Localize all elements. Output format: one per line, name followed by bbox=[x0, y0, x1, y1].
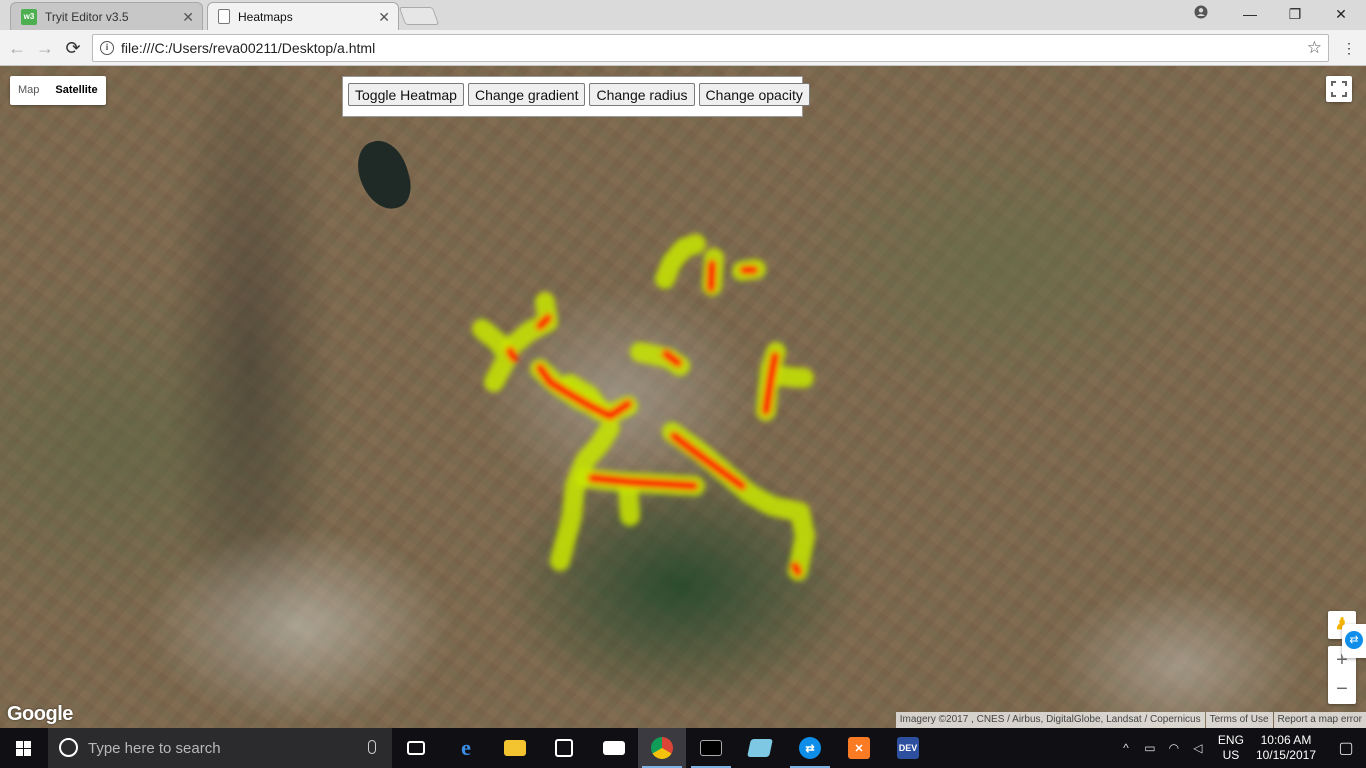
clock-date: 10/15/2017 bbox=[1255, 748, 1316, 762]
taskbar: Type here to search e ⇄ ✕ DEV ^ ▭ ◠ ◁ EN… bbox=[0, 728, 1366, 768]
profile-icon[interactable] bbox=[1191, 4, 1211, 24]
action-center-icon[interactable]: ▢ bbox=[1326, 738, 1366, 758]
language-code: ENG bbox=[1217, 733, 1244, 747]
page-icon bbox=[218, 9, 230, 24]
back-button[interactable]: ← bbox=[6, 37, 28, 59]
edge-button[interactable]: e bbox=[442, 728, 490, 768]
teamviewer-quick-connect-button[interactable]: ⇄ bbox=[1342, 624, 1366, 658]
notepad-button[interactable] bbox=[736, 728, 784, 768]
tab-tryit-editor[interactable]: w3 Tryit Editor v3.5 ✕ bbox=[10, 2, 203, 30]
new-tab-button[interactable] bbox=[398, 7, 440, 25]
url-text: file:///C:/Users/reva00211/Desktop/a.htm… bbox=[121, 40, 376, 56]
tab-heatmaps[interactable]: Heatmaps ✕ bbox=[207, 2, 399, 30]
zoom-out-button[interactable]: − bbox=[1328, 675, 1356, 704]
report-map-error-link[interactable]: Report a map error bbox=[1273, 712, 1366, 728]
bookmark-star-icon[interactable]: ☆ bbox=[1307, 38, 1322, 58]
change-radius-button[interactable]: Change radius bbox=[589, 83, 695, 106]
cortana-search-icon bbox=[59, 738, 78, 757]
restore-button[interactable]: ❐ bbox=[1285, 4, 1305, 24]
close-window-button[interactable]: ✕ bbox=[1331, 4, 1351, 24]
system-tray: ^ ▭ ◠ ◁ ENG US 10:06 AM 10/15/2017 ▢ bbox=[1114, 728, 1366, 768]
mail-button[interactable] bbox=[590, 728, 638, 768]
keyboard-layout: US bbox=[1222, 748, 1240, 762]
store-icon bbox=[555, 739, 573, 757]
wifi-icon[interactable]: ◠ bbox=[1164, 741, 1184, 755]
store-button[interactable] bbox=[540, 728, 588, 768]
heatmap-layer bbox=[472, 234, 815, 581]
map-type-map-button[interactable]: Map bbox=[10, 76, 47, 105]
close-tab-icon[interactable]: ✕ bbox=[182, 9, 194, 26]
minimize-button[interactable]: — bbox=[1240, 4, 1260, 24]
toggle-heatmap-button[interactable]: Toggle Heatmap bbox=[348, 83, 464, 106]
forward-button[interactable]: → bbox=[34, 37, 56, 59]
menu-icon[interactable]: ⋮ bbox=[1338, 37, 1360, 59]
clock-time: 10:06 AM bbox=[1260, 733, 1312, 747]
start-button[interactable] bbox=[0, 728, 48, 768]
microphone-icon[interactable] bbox=[368, 740, 376, 754]
tab-title: Heatmaps bbox=[238, 9, 293, 24]
input-language[interactable]: ENG US bbox=[1218, 733, 1244, 763]
edge-icon: e bbox=[461, 735, 471, 760]
fullscreen-button[interactable] bbox=[1326, 76, 1352, 102]
info-icon[interactable]: i bbox=[100, 41, 114, 55]
change-opacity-button[interactable]: Change opacity bbox=[698, 83, 810, 106]
clock[interactable]: 10:06 AM 10/15/2017 bbox=[1256, 733, 1316, 763]
terms-of-use-link[interactable]: Terms of Use bbox=[1205, 712, 1273, 728]
map-type-control: Map Satellite bbox=[10, 76, 106, 105]
browser-tab-strip: w3 Tryit Editor v3.5 ✕ Heatmaps ✕ — ❐ ✕ bbox=[0, 0, 1366, 30]
tab-title: Tryit Editor v3.5 bbox=[45, 9, 129, 24]
chrome-button[interactable] bbox=[638, 728, 686, 768]
windows-logo-icon bbox=[16, 741, 32, 756]
heatmap-controls-panel: Toggle Heatmap Change gradient Change ra… bbox=[342, 76, 810, 117]
cmd-button[interactable] bbox=[687, 728, 735, 768]
task-view-button[interactable] bbox=[392, 728, 440, 768]
heatmap-halo bbox=[472, 234, 815, 581]
close-tab-icon[interactable]: ✕ bbox=[378, 9, 390, 26]
google-logo: Google bbox=[7, 703, 73, 725]
map-canvas[interactable]: Map Satellite Toggle Heatmap Change grad… bbox=[0, 66, 1366, 728]
imagery-credit: Imagery ©2017 , CNES / Airbus, DigitalGl… bbox=[895, 712, 1205, 728]
battery-icon[interactable]: ▭ bbox=[1140, 741, 1160, 755]
map-attribution: Imagery ©2017 , CNES / Airbus, DigitalGl… bbox=[895, 712, 1366, 728]
show-hidden-icons-icon[interactable]: ^ bbox=[1116, 741, 1136, 755]
file-explorer-button[interactable] bbox=[491, 728, 539, 768]
reload-button[interactable]: ⟳ bbox=[62, 37, 84, 59]
search-placeholder: Type here to search bbox=[88, 739, 221, 757]
devcpp-icon: DEV bbox=[897, 737, 919, 759]
xampp-button[interactable]: ✕ bbox=[835, 728, 883, 768]
browser-toolbar: ← → ⟳ i file:///C:/Users/reva00211/Deskt… bbox=[0, 30, 1366, 66]
file-explorer-icon bbox=[504, 740, 526, 756]
teamviewer-icon: ⇄ bbox=[799, 737, 821, 759]
volume-muted-icon[interactable]: ◁ bbox=[1188, 741, 1208, 755]
notepad-icon bbox=[747, 739, 773, 757]
teamviewer-button[interactable]: ⇄ bbox=[786, 728, 834, 768]
mail-icon bbox=[603, 741, 625, 755]
chrome-icon bbox=[651, 737, 673, 759]
teamviewer-icon: ⇄ bbox=[1345, 631, 1363, 649]
fullscreen-icon bbox=[1331, 81, 1347, 97]
map-type-satellite-button[interactable]: Satellite bbox=[47, 76, 105, 105]
change-gradient-button[interactable]: Change gradient bbox=[467, 83, 586, 106]
address-bar[interactable]: i file:///C:/Users/reva00211/Desktop/a.h… bbox=[92, 34, 1329, 62]
taskbar-search-box[interactable]: Type here to search bbox=[48, 728, 392, 768]
task-view-icon bbox=[407, 741, 425, 755]
devcpp-button[interactable]: DEV bbox=[884, 728, 932, 768]
xampp-icon: ✕ bbox=[848, 737, 870, 759]
w3schools-icon: w3 bbox=[21, 8, 37, 25]
cmd-icon bbox=[700, 740, 722, 756]
